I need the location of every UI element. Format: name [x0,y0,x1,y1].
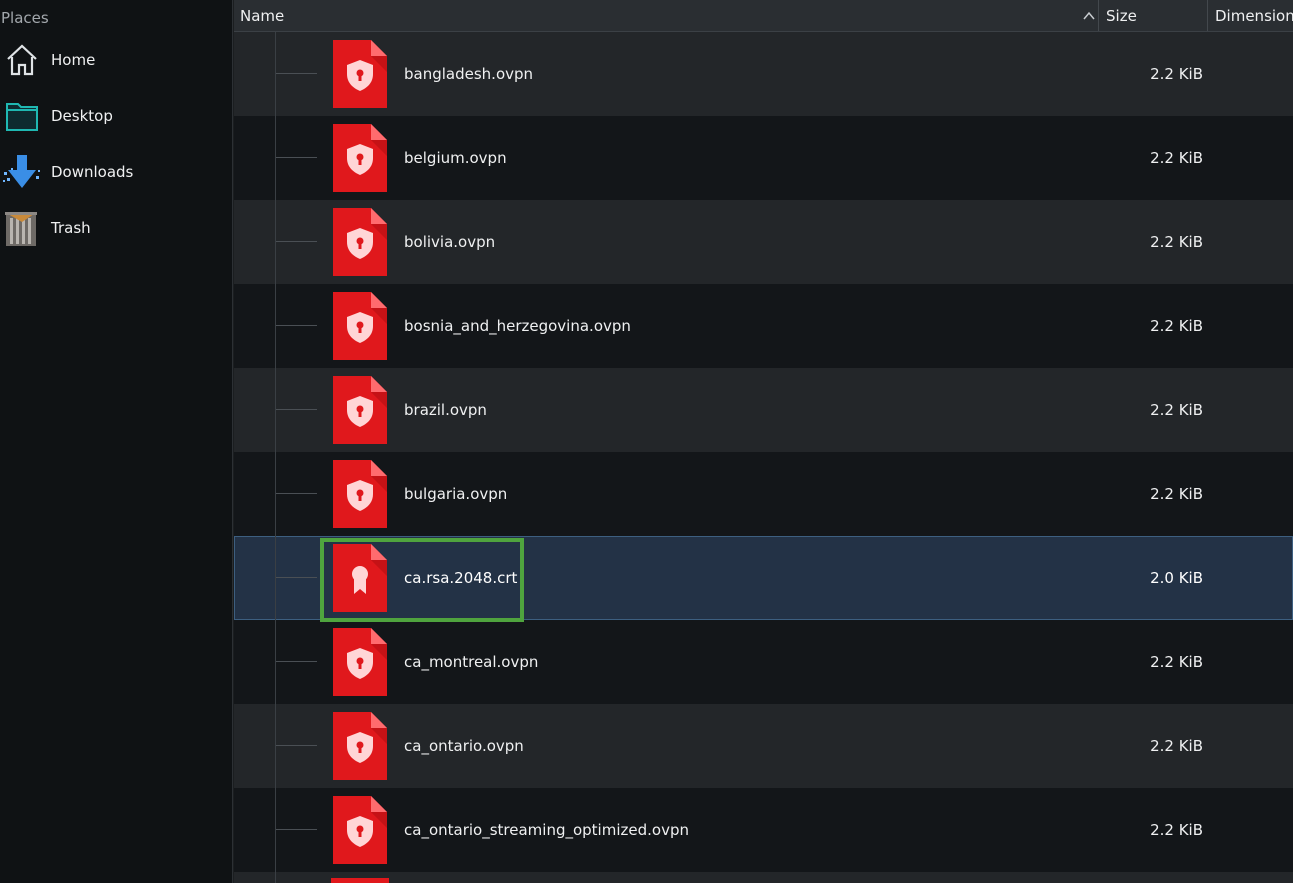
table-row[interactable]: bosnia_and_herzegovina.ovpn 2.2 KiB [234,284,1293,368]
table-row[interactable]: ca_ontario.ovpn 2.2 KiB [234,704,1293,788]
file-name: ca_ontario_streaming_optimized.ovpn [404,821,689,839]
file-manager-window: Places Home Desktop Downloads Trash Name… [0,0,1293,883]
tree-connector [276,577,317,578]
places-header: Places [1,9,49,27]
file-name: bulgaria.ovpn [404,485,508,503]
vpn-shield-icon [333,40,387,108]
table-row[interactable]: bulgaria.ovpn 2.2 KiB [234,452,1293,536]
tree-connector [276,493,317,494]
file-list-view: Name Size Dimension bangladesh.ovpn 2.2 … [234,0,1293,883]
tree-branch-line [275,32,276,883]
column-header-name[interactable]: Name [234,0,1099,31]
file-size: 2.2 KiB [1150,233,1203,251]
file-size: 2.2 KiB [1150,65,1203,83]
tree-connector [276,325,317,326]
table-row[interactable]: ca.rsa.2048.crt 2.0 KiB [234,536,1293,620]
places-sidebar: Places Home Desktop Downloads Trash [0,0,233,883]
tree-connector [276,241,317,242]
file-name: ca.rsa.2048.crt [404,569,518,587]
file-name: belgium.ovpn [404,149,507,167]
file-name: ca_montreal.ovpn [404,653,539,671]
table-row-partial[interactable] [234,872,1293,883]
column-header-bar: Name Size Dimension [234,0,1293,32]
trash-icon [2,208,42,248]
column-header-dimensions[interactable]: Dimension [1209,0,1293,31]
tree-connector [276,157,317,158]
place-label-downloads: Downloads [51,163,134,181]
table-row[interactable]: brazil.ovpn 2.2 KiB [234,368,1293,452]
file-size: 2.2 KiB [1150,317,1203,335]
vpn-shield-icon [331,878,389,883]
file-size: 2.0 KiB [1150,569,1203,587]
place-item-home[interactable]: Home [0,36,232,84]
table-row[interactable]: bangladesh.ovpn 2.2 KiB [234,32,1293,116]
place-label-trash: Trash [51,219,91,237]
table-row[interactable]: ca_montreal.ovpn 2.2 KiB [234,620,1293,704]
vpn-shield-icon [333,376,387,444]
sort-ascending-icon[interactable] [1082,10,1096,22]
vpn-shield-icon [333,208,387,276]
vpn-shield-icon [333,628,387,696]
vpn-shield-icon [333,796,387,864]
file-size: 2.2 KiB [1150,821,1203,839]
table-row[interactable]: bolivia.ovpn 2.2 KiB [234,200,1293,284]
place-item-trash[interactable]: Trash [0,204,232,252]
file-size: 2.2 KiB [1150,485,1203,503]
downloads-icon [2,152,42,192]
file-name: brazil.ovpn [404,401,487,419]
place-item-downloads[interactable]: Downloads [0,148,232,196]
tree-connector [276,409,317,410]
vpn-shield-icon [333,124,387,192]
file-name: ca_ontario.ovpn [404,737,524,755]
home-icon [2,40,42,80]
file-size: 2.2 KiB [1150,653,1203,671]
vpn-shield-icon [333,292,387,360]
table-row[interactable]: belgium.ovpn 2.2 KiB [234,116,1293,200]
file-name: bosnia_and_herzegovina.ovpn [404,317,631,335]
column-header-size[interactable]: Size [1100,0,1208,31]
file-size: 2.2 KiB [1150,149,1203,167]
file-name: bangladesh.ovpn [404,65,534,83]
place-label-home: Home [51,51,96,69]
file-name: bolivia.ovpn [404,233,496,251]
vpn-shield-icon [333,712,387,780]
file-size: 2.2 KiB [1150,737,1203,755]
place-item-desktop[interactable]: Desktop [0,92,232,140]
place-label-desktop: Desktop [51,107,113,125]
desktop-folder-icon [2,96,42,136]
tree-connector [276,829,317,830]
table-row[interactable]: ca_ontario_streaming_optimized.ovpn 2.2 … [234,788,1293,872]
tree-connector [276,73,317,74]
file-rows: bangladesh.ovpn 2.2 KiB belgium.ovpn 2.2… [234,32,1293,872]
certificate-icon [333,544,387,612]
tree-connector [276,661,317,662]
file-size: 2.2 KiB [1150,401,1203,419]
tree-connector [276,745,317,746]
vpn-shield-icon [333,460,387,528]
